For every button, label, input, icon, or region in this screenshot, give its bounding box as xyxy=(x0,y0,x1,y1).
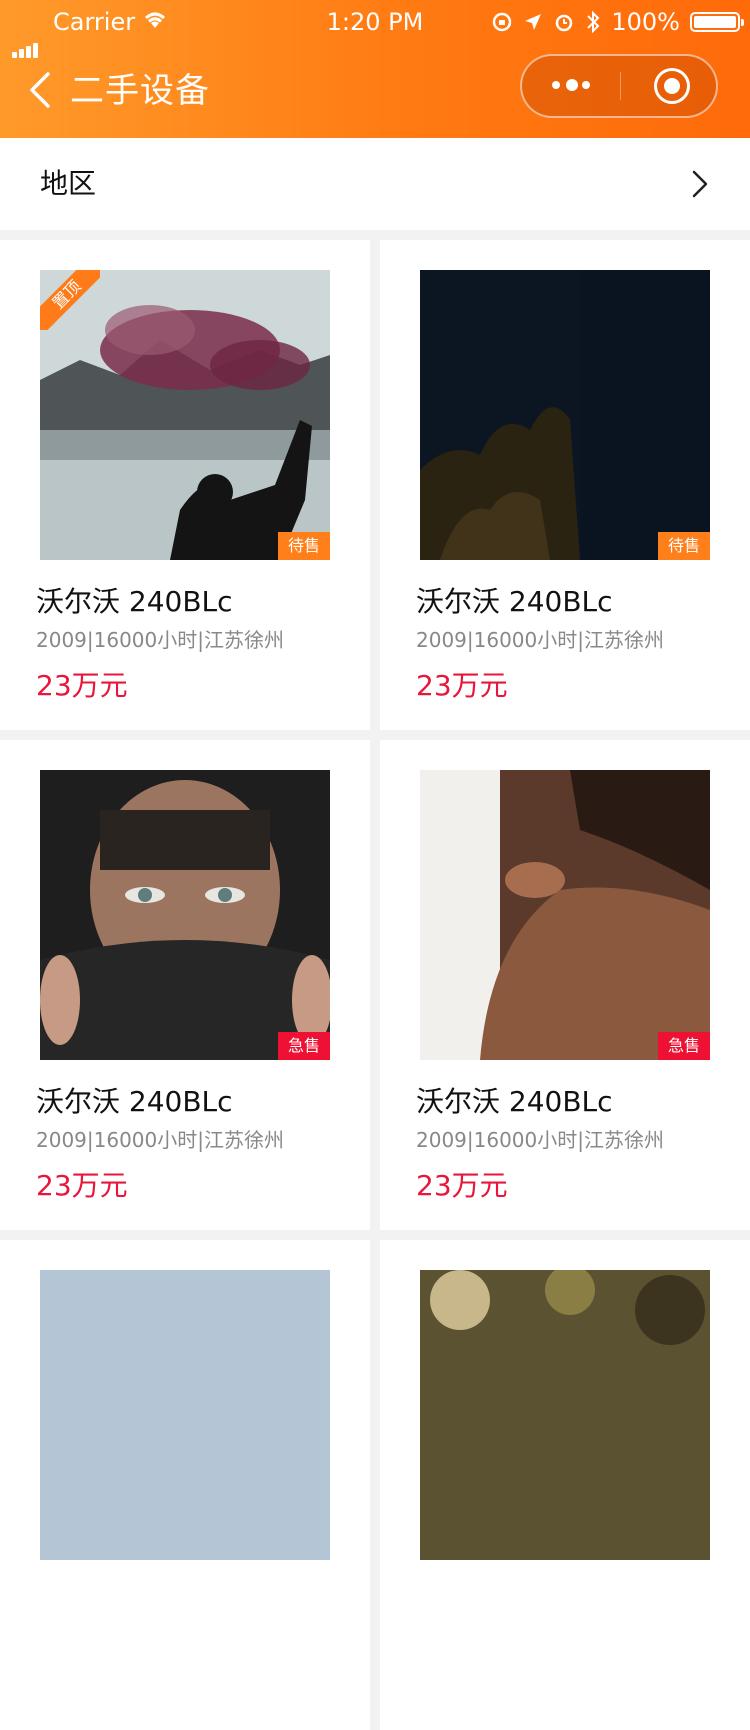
listing-card[interactable]: 急售 沃尔沃 240BLc 2009|16000小时|江苏徐州 23万元 xyxy=(0,740,370,1230)
listing-name: 沃尔沃 240BLc xyxy=(36,1085,233,1118)
battery-percent: 100% xyxy=(611,8,680,36)
status-bar: Carrier 1:20 PM 100% xyxy=(0,0,750,58)
listing-meta: 2009|16000小时|江苏徐州 xyxy=(416,1128,664,1152)
mini-program-capsule xyxy=(520,54,718,118)
hooded-woman-photo: 急售 xyxy=(40,770,330,1060)
bokeh-photo xyxy=(420,1270,710,1560)
status-tag: 待售 xyxy=(277,532,330,560)
listing-name: 沃尔沃 240BLc xyxy=(36,585,233,618)
orientation-lock-icon xyxy=(493,12,512,32)
region-label: 地区 xyxy=(40,167,97,200)
listing-card[interactable]: 置顶 待售 沃尔沃 240BLc 2009|16000小时|江苏徐州 23万元 xyxy=(0,240,370,730)
listing-price: 23万元 xyxy=(416,669,508,702)
region-filter[interactable]: 地区 xyxy=(0,138,750,230)
chevron-left-icon[interactable] xyxy=(24,68,64,112)
location-icon xyxy=(525,14,542,30)
listing-meta: 2009|16000小时|江苏徐州 xyxy=(416,628,664,652)
listing-price: 23万元 xyxy=(36,669,128,702)
listing-price: 23万元 xyxy=(36,1169,128,1202)
listing-name: 沃尔沃 240BLc xyxy=(416,1085,613,1118)
listing-card[interactable]: 待售 沃尔沃 240BLc 2009|16000小时|江苏徐州 23万元 xyxy=(380,240,750,730)
nav-bar: 二手设备 xyxy=(0,44,750,138)
listing-name: 沃尔沃 240BLc xyxy=(416,585,613,618)
night-tree-photo: 待售 xyxy=(420,270,710,560)
smoke-lake-photo: 置顶 待售 xyxy=(40,270,330,560)
chevron-right-icon xyxy=(692,170,708,198)
listing-meta: 2009|16000小时|江苏徐州 xyxy=(36,1128,284,1152)
app-header: Carrier 1:20 PM 100% 二手设备 xyxy=(0,0,750,138)
page-title: 二手设备 xyxy=(70,71,210,111)
status-right: 100% xyxy=(491,0,744,44)
battery-icon xyxy=(690,12,744,32)
bare-shoulder-photo: 急售 xyxy=(420,770,710,1060)
sky-photo xyxy=(40,1270,330,1560)
bluetooth-icon xyxy=(587,10,600,34)
target-icon[interactable] xyxy=(654,68,690,104)
listing-card[interactable] xyxy=(380,1240,750,1730)
capsule-divider xyxy=(620,72,621,100)
status-tag: 急售 xyxy=(657,1032,710,1060)
status-tag: 待售 xyxy=(657,532,710,560)
alarm-icon xyxy=(556,14,573,32)
pinned-ribbon: 置顶 xyxy=(40,270,100,330)
listing-meta: 2009|16000小时|江苏徐州 xyxy=(36,628,284,652)
status-tag: 急售 xyxy=(277,1032,330,1060)
listing-card[interactable] xyxy=(0,1240,370,1730)
listing-price: 23万元 xyxy=(416,1169,508,1202)
listing-card[interactable]: 急售 沃尔沃 240BLc 2009|16000小时|江苏徐州 23万元 xyxy=(380,740,750,1230)
more-dots-icon[interactable] xyxy=(552,56,602,116)
